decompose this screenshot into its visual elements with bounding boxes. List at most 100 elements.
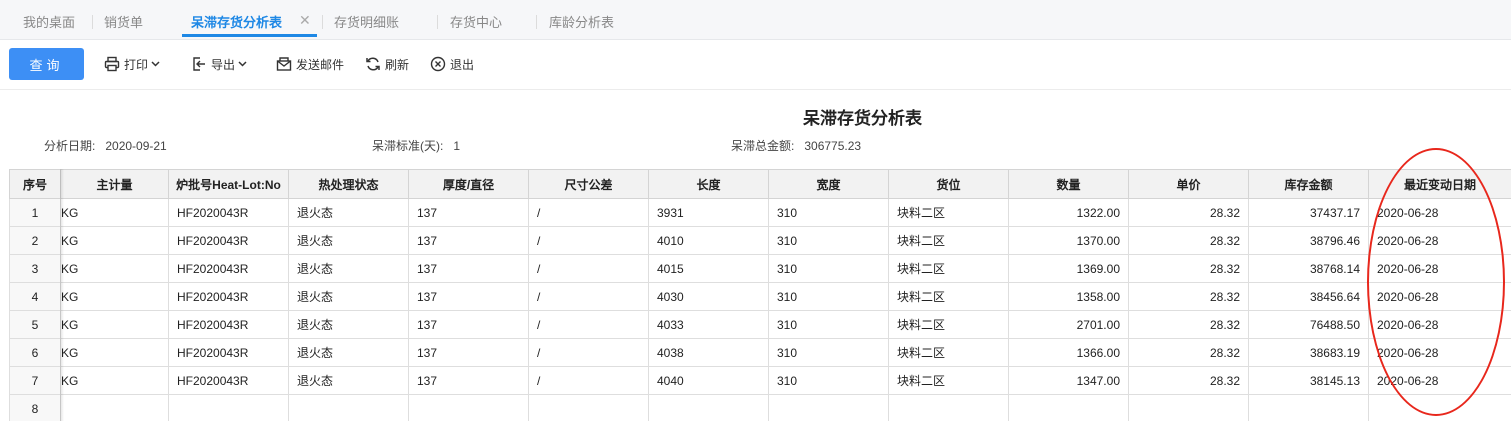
table-row[interactable]: 5 KG HF2020043R 退火态 137/4033 310 块料二区 2701.00 28… bbox=[9, 310, 1511, 339]
column-header[interactable]: 尺寸公差 bbox=[528, 169, 649, 199]
table-cell[interactable]: 退火态 bbox=[288, 282, 409, 311]
table-cell[interactable]: 137 bbox=[408, 282, 529, 311]
table-cell[interactable]: 38768.14 bbox=[1248, 254, 1369, 283]
tab-inventory-ledger[interactable]: 存货明细账 bbox=[334, 12, 399, 31]
table-cell[interactable]: 37437.17 bbox=[1248, 198, 1369, 227]
table-row[interactable]: 7 KG HF2020043R 退火态 137/4040 310 块料二区 1347.00 28… bbox=[9, 366, 1511, 395]
table-cell[interactable]: HF2020043R bbox=[168, 366, 289, 395]
table-cell[interactable] bbox=[888, 394, 1009, 421]
table-cell[interactable]: 1322.00 bbox=[1008, 198, 1129, 227]
table-cell[interactable] bbox=[768, 394, 889, 421]
table-row[interactable]: 8 bbox=[9, 394, 1511, 421]
column-header[interactable]: 数量 bbox=[1008, 169, 1129, 199]
print-button[interactable]: 打印 bbox=[104, 55, 164, 73]
column-header[interactable]: 炉批号Heat-Lot:No bbox=[168, 169, 289, 199]
table-cell[interactable]: / bbox=[528, 338, 649, 367]
table-cell[interactable]: / bbox=[528, 226, 649, 255]
send-email-button[interactable]: 发送邮件 bbox=[276, 55, 344, 73]
table-cell[interactable]: 退火态 bbox=[288, 254, 409, 283]
row-index[interactable]: 3 bbox=[9, 254, 61, 283]
table-cell[interactable]: 76488.50 bbox=[1248, 310, 1369, 339]
table-cell[interactable]: 2020-06-28 bbox=[1368, 226, 1511, 255]
table-cell[interactable]: 退火态 bbox=[288, 310, 409, 339]
table-cell[interactable] bbox=[1008, 394, 1129, 421]
table-cell[interactable]: 退火态 bbox=[288, 226, 409, 255]
table-cell[interactable]: 4038 bbox=[648, 338, 769, 367]
table-cell[interactable]: 137 bbox=[408, 338, 529, 367]
table-cell[interactable]: KG bbox=[60, 338, 169, 367]
table-cell[interactable]: KG bbox=[60, 366, 169, 395]
table-cell[interactable]: HF2020043R bbox=[168, 338, 289, 367]
table-cell[interactable]: 2020-06-28 bbox=[1368, 338, 1511, 367]
table-cell[interactable]: KG bbox=[60, 282, 169, 311]
table-cell[interactable]: 2020-06-28 bbox=[1368, 310, 1511, 339]
table-cell[interactable]: / bbox=[528, 366, 649, 395]
table-cell[interactable]: 310 bbox=[768, 254, 889, 283]
exit-button[interactable]: 退出 bbox=[430, 55, 474, 73]
table-cell[interactable]: 38796.46 bbox=[1248, 226, 1369, 255]
table-cell[interactable]: 28.32 bbox=[1128, 226, 1249, 255]
refresh-button[interactable]: 刷新 bbox=[365, 55, 409, 73]
table-cell[interactable]: 137 bbox=[408, 198, 529, 227]
table-cell[interactable]: / bbox=[528, 282, 649, 311]
table-cell[interactable]: HF2020043R bbox=[168, 282, 289, 311]
table-cell[interactable]: KG bbox=[60, 226, 169, 255]
row-index[interactable]: 6 bbox=[9, 338, 61, 367]
table-cell[interactable]: 28.32 bbox=[1128, 282, 1249, 311]
table-cell[interactable]: 310 bbox=[768, 198, 889, 227]
row-index[interactable]: 2 bbox=[9, 226, 61, 255]
table-row[interactable]: 3 KG HF2020043R 退火态 137/4015 310 块料二区 1369.00 28… bbox=[9, 254, 1511, 283]
table-cell[interactable]: HF2020043R bbox=[168, 226, 289, 255]
table-cell[interactable]: / bbox=[528, 198, 649, 227]
tab-sales-order[interactable]: 销货单 bbox=[104, 12, 143, 31]
table-cell[interactable]: KG bbox=[60, 254, 169, 283]
column-header[interactable]: 主计量 bbox=[60, 169, 169, 199]
query-button[interactable]: 查询 bbox=[9, 48, 84, 80]
table-cell[interactable]: 310 bbox=[768, 310, 889, 339]
table-cell[interactable]: 137 bbox=[408, 310, 529, 339]
table-cell[interactable]: 2701.00 bbox=[1008, 310, 1129, 339]
table-cell[interactable]: 块料二区 bbox=[888, 254, 1009, 283]
column-header[interactable]: 宽度 bbox=[768, 169, 889, 199]
table-cell[interactable]: 退火态 bbox=[288, 198, 409, 227]
table-cell[interactable]: 退火态 bbox=[288, 366, 409, 395]
table-cell[interactable]: 28.32 bbox=[1128, 338, 1249, 367]
column-header[interactable]: 单价 bbox=[1128, 169, 1249, 199]
table-cell[interactable]: 块料二区 bbox=[888, 310, 1009, 339]
table-cell[interactable]: 4033 bbox=[648, 310, 769, 339]
table-cell[interactable]: 4040 bbox=[648, 366, 769, 395]
table-cell[interactable]: / bbox=[528, 310, 649, 339]
table-cell[interactable]: 2020-06-28 bbox=[1368, 198, 1511, 227]
table-cell[interactable] bbox=[1248, 394, 1369, 421]
table-cell[interactable] bbox=[288, 394, 409, 421]
table-cell[interactable]: 2020-06-28 bbox=[1368, 254, 1511, 283]
column-header[interactable]: 长度 bbox=[648, 169, 769, 199]
table-cell[interactable]: HF2020043R bbox=[168, 198, 289, 227]
row-index[interactable]: 5 bbox=[9, 310, 61, 339]
table-row[interactable]: 4 KG HF2020043R 退火态 137/4030 310 块料二区 1358.00 28… bbox=[9, 282, 1511, 311]
table-cell[interactable]: 退火态 bbox=[288, 338, 409, 367]
table-cell[interactable]: 28.32 bbox=[1128, 198, 1249, 227]
tab-inventory-center[interactable]: 存货中心 bbox=[450, 12, 502, 31]
column-header[interactable]: 序号 bbox=[9, 169, 61, 199]
table-cell[interactable]: 块料二区 bbox=[888, 282, 1009, 311]
table-row[interactable]: 6 KG HF2020043R 退火态 137/4038 310 块料二区 1366.00 28… bbox=[9, 338, 1511, 367]
column-header[interactable]: 厚度/直径 bbox=[408, 169, 529, 199]
table-cell[interactable]: 137 bbox=[408, 254, 529, 283]
table-cell[interactable]: 1347.00 bbox=[1008, 366, 1129, 395]
table-cell[interactable]: 3931 bbox=[648, 198, 769, 227]
row-index[interactable]: 4 bbox=[9, 282, 61, 311]
table-cell[interactable]: HF2020043R bbox=[168, 310, 289, 339]
table-cell[interactable] bbox=[528, 394, 649, 421]
table-cell[interactable]: 1366.00 bbox=[1008, 338, 1129, 367]
table-cell[interactable]: 2020-06-28 bbox=[1368, 282, 1511, 311]
table-cell[interactable] bbox=[60, 394, 169, 421]
table-cell[interactable]: 块料二区 bbox=[888, 366, 1009, 395]
table-cell[interactable]: 28.32 bbox=[1128, 254, 1249, 283]
table-cell[interactable]: 1370.00 bbox=[1008, 226, 1129, 255]
table-cell[interactable]: 块料二区 bbox=[888, 198, 1009, 227]
table-cell[interactable]: 137 bbox=[408, 226, 529, 255]
table-cell[interactable]: 2020-06-28 bbox=[1368, 366, 1511, 395]
table-cell[interactable]: 块料二区 bbox=[888, 338, 1009, 367]
tab-my-desktop[interactable]: 我的桌面 bbox=[23, 12, 75, 31]
